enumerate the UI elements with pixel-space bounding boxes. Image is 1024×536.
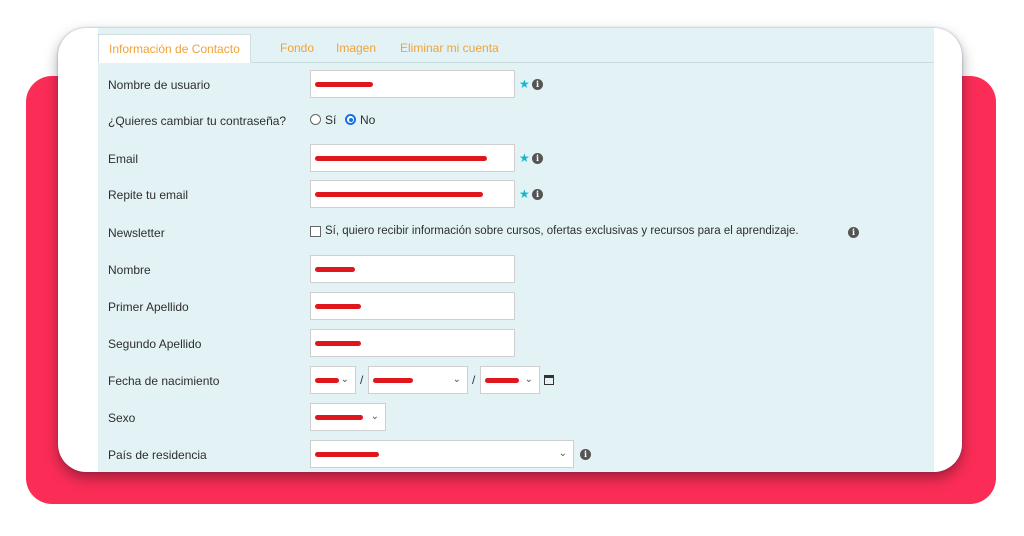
chevron-down-icon: ⌄: [558, 448, 567, 459]
tab-delete-account[interactable]: Eliminar mi cuenta: [390, 34, 509, 62]
first-name-label: Nombre: [108, 263, 151, 277]
star-icon: ★: [519, 187, 530, 201]
profile-form-panel: Información de Contacto Fondo Imagen Eli…: [98, 28, 934, 472]
last-name-1-input[interactable]: [310, 292, 515, 320]
last-name-2-label: Segundo Apellido: [108, 337, 202, 351]
repeat-email-label: Repite tu email: [108, 188, 189, 202]
row-username: Nombre de usuario ★ i: [98, 70, 934, 100]
radio-yes[interactable]: [310, 114, 321, 125]
row-country: País de residencia ⌄ i: [98, 440, 934, 470]
chevron-down-icon: ⌄: [370, 411, 379, 422]
row-repeat-email: Repite tu email ★ i: [98, 180, 934, 210]
country-label: País de residencia: [108, 448, 207, 462]
redaction-mark: [315, 156, 487, 161]
row-email: Email ★ i: [98, 144, 934, 174]
redaction-mark: [315, 267, 355, 272]
username-label: Nombre de usuario: [108, 78, 211, 92]
redaction-mark: [315, 192, 483, 197]
tab-bar: Información de Contacto Fondo Imagen Eli…: [98, 34, 934, 63]
newsletter-label: Newsletter: [108, 226, 165, 240]
date-separator: /: [360, 373, 364, 387]
newsletter-checkbox-label: Sí, quiero recibir información sobre cur…: [325, 225, 799, 237]
info-icon[interactable]: i: [848, 227, 859, 238]
first-name-input[interactable]: [310, 255, 515, 283]
redaction-mark: [315, 341, 361, 346]
radio-yes-label: Sí: [325, 113, 337, 127]
repeat-email-input[interactable]: [310, 180, 515, 208]
row-gender: Sexo ⌄: [98, 403, 934, 433]
gender-select[interactable]: ⌄: [310, 403, 386, 431]
row-last-name-2: Segundo Apellido: [98, 329, 934, 359]
chevron-down-icon: ⌄: [340, 374, 349, 385]
change-password-label: ¿Quieres cambiar tu contraseña?: [108, 114, 287, 128]
row-change-password: ¿Quieres cambiar tu contraseña? Sí No: [98, 106, 934, 136]
birth-day-select[interactable]: ⌄: [310, 366, 356, 394]
date-separator: /: [472, 373, 476, 387]
row-first-name: Nombre: [98, 255, 934, 285]
chevron-down-icon: ⌄: [524, 374, 533, 385]
info-icon[interactable]: i: [532, 79, 543, 90]
calendar-icon[interactable]: [544, 375, 554, 385]
radio-no[interactable]: [345, 114, 356, 125]
redaction-mark: [373, 378, 413, 383]
info-icon[interactable]: i: [532, 153, 543, 164]
username-input[interactable]: [310, 70, 515, 98]
newsletter-checkbox[interactable]: [310, 226, 321, 237]
info-icon[interactable]: i: [580, 449, 591, 460]
screenshot-card: Información de Contacto Fondo Imagen Eli…: [58, 28, 962, 472]
last-name-2-input[interactable]: [310, 329, 515, 357]
tab-image[interactable]: Imagen: [326, 34, 386, 62]
star-icon: ★: [519, 77, 530, 91]
row-birth-date: Fecha de nacimiento ⌄ / ⌄ / ⌄: [98, 366, 934, 396]
gender-label: Sexo: [108, 411, 136, 425]
birth-date-label: Fecha de nacimiento: [108, 374, 220, 388]
redaction-mark: [315, 304, 361, 309]
country-select[interactable]: ⌄: [310, 440, 574, 468]
redaction-mark: [315, 452, 379, 457]
radio-no-label: No: [360, 113, 376, 127]
star-icon: ★: [519, 151, 530, 165]
birth-month-select[interactable]: ⌄: [368, 366, 468, 394]
row-newsletter: Newsletter Sí, quiero recibir informació…: [98, 218, 934, 248]
redaction-mark: [315, 378, 339, 383]
email-label: Email: [108, 152, 139, 166]
email-input[interactable]: [310, 144, 515, 172]
info-icon[interactable]: i: [532, 189, 543, 200]
redaction-mark: [315, 82, 373, 87]
last-name-1-label: Primer Apellido: [108, 300, 189, 314]
redaction-mark: [315, 415, 363, 420]
redaction-mark: [485, 378, 519, 383]
chevron-down-icon: ⌄: [452, 374, 461, 385]
tab-contact-info[interactable]: Información de Contacto: [98, 34, 251, 63]
row-last-name-1: Primer Apellido: [98, 292, 934, 322]
tab-background[interactable]: Fondo: [270, 34, 324, 62]
birth-year-select[interactable]: ⌄: [480, 366, 540, 394]
